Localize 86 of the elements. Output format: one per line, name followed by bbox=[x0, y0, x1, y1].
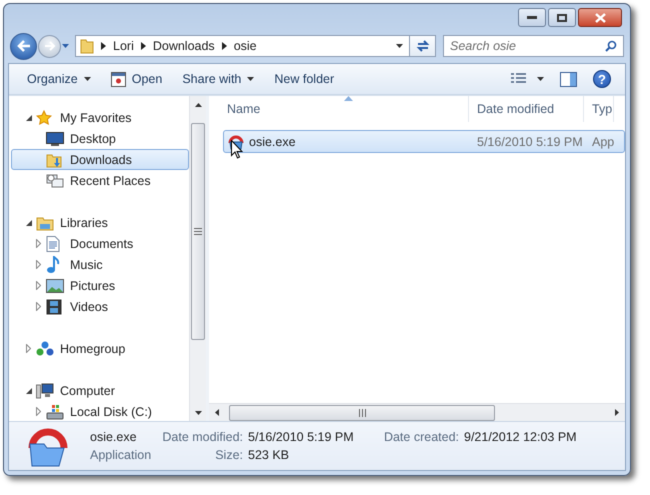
file-name: osie.exe bbox=[249, 134, 296, 148]
date-modified-cell-text: 5/16/2010 5:19 PM bbox=[476, 134, 584, 148]
caret-icon bbox=[247, 77, 254, 81]
file-row[interactable]: osie.exe 5/16/2010 5:19 PM App bbox=[223, 130, 625, 153]
mouse-pointer-icon bbox=[231, 140, 243, 159]
music-note-icon bbox=[46, 256, 60, 274]
maximize-button[interactable] bbox=[548, 8, 576, 27]
close-button[interactable] bbox=[578, 8, 622, 27]
minimize-icon bbox=[527, 16, 537, 19]
file-type: Application bbox=[90, 448, 152, 462]
detail-label: Date created: bbox=[384, 430, 459, 444]
forward-button[interactable] bbox=[38, 34, 61, 58]
refresh-arrows-icon bbox=[416, 39, 430, 53]
grip-lines-icon bbox=[194, 228, 202, 235]
library-folder-icon bbox=[36, 214, 54, 230]
nav-item[interactable]: Recent Places bbox=[11, 170, 189, 191]
toolbar-button[interactable]: New folder bbox=[264, 67, 344, 91]
recent-places-icon bbox=[46, 172, 64, 188]
address-bar[interactable]: Lori Downloads osie bbox=[75, 35, 410, 57]
horizontal-scrollbar[interactable] bbox=[209, 403, 625, 421]
forward-arrow-icon bbox=[44, 41, 56, 51]
back-button[interactable] bbox=[10, 32, 37, 60]
caret-icon bbox=[84, 77, 91, 81]
scroll-up-arrow-icon bbox=[194, 102, 202, 106]
nav-item[interactable]: Downloads bbox=[11, 149, 189, 170]
nav-item[interactable]: Local Disk (C:) bbox=[11, 401, 189, 422]
caret-icon bbox=[62, 44, 69, 48]
scroll-left-arrow-icon bbox=[215, 409, 219, 416]
nav-item[interactable]: Desktop bbox=[11, 128, 189, 149]
detail-value: 9/21/2012 12:03 PM bbox=[464, 430, 577, 444]
refresh-button[interactable] bbox=[410, 35, 436, 57]
nav-item[interactable]: Music bbox=[11, 254, 189, 275]
disk-drive-icon bbox=[46, 404, 64, 420]
vertical-scrollbar[interactable] bbox=[189, 96, 206, 421]
detail-value: 5/16/2010 5:19 PM bbox=[248, 430, 355, 444]
nav-item[interactable]: Homegroup bbox=[11, 338, 189, 359]
document-icon bbox=[46, 236, 60, 252]
picture-icon bbox=[46, 278, 64, 292]
toolbar-button[interactable]: Open bbox=[100, 67, 172, 91]
folder-icon bbox=[80, 38, 94, 54]
file-name: osie.exe bbox=[90, 430, 138, 444]
star-icon bbox=[36, 110, 52, 126]
grip-lines-icon bbox=[358, 408, 366, 416]
toolbar-button[interactable]: Organize bbox=[17, 67, 101, 91]
breadcrumb-link[interactable]: Lori bbox=[113, 39, 134, 53]
detail-label: Date modified: bbox=[162, 430, 243, 444]
history-dropdown[interactable] bbox=[62, 44, 69, 48]
caret-icon bbox=[396, 44, 403, 48]
folder-download-icon bbox=[46, 152, 62, 168]
column-header[interactable]: Typ bbox=[584, 96, 614, 122]
detail-value: 523 KB bbox=[248, 448, 290, 462]
column-header[interactable]: Name bbox=[219, 96, 469, 122]
detail-label: Size: bbox=[215, 448, 243, 462]
scrollbar-thumb[interactable] bbox=[191, 123, 205, 340]
scroll-down-arrow-icon bbox=[194, 410, 202, 414]
chevron-icon bbox=[222, 42, 227, 50]
list-view-icon bbox=[511, 73, 527, 85]
help-button[interactable]: ? bbox=[593, 70, 611, 88]
search-icon bbox=[605, 40, 617, 52]
preview-pane-icon bbox=[560, 72, 577, 86]
computer-icon bbox=[36, 382, 54, 398]
scrollbar-thumb[interactable] bbox=[229, 404, 495, 420]
chevron-icon bbox=[140, 42, 146, 50]
maximize-icon bbox=[557, 14, 567, 22]
film-strip-icon bbox=[46, 298, 62, 314]
program-window-icon bbox=[110, 72, 126, 86]
nav-item[interactable]: Libraries bbox=[11, 212, 189, 233]
column-header[interactable]: Date modified bbox=[469, 96, 584, 122]
search-field[interactable]: Search osie bbox=[443, 35, 624, 57]
nav-item[interactable]: Pictures bbox=[11, 275, 189, 296]
close-icon bbox=[594, 12, 606, 22]
back-arrow-icon bbox=[16, 40, 30, 52]
minimize-button[interactable] bbox=[518, 8, 546, 27]
type-cell-text: App bbox=[591, 134, 614, 148]
caret-icon bbox=[537, 77, 544, 81]
nav-item[interactable]: Documents bbox=[11, 233, 189, 254]
nav-item[interactable]: Videos bbox=[11, 296, 189, 317]
toolbar-button[interactable]: Share with bbox=[172, 67, 264, 91]
homegroup-icon bbox=[36, 340, 54, 356]
nav-item[interactable]: Computer bbox=[11, 380, 189, 401]
breadcrumb-link[interactable]: osie bbox=[234, 39, 257, 53]
scroll-right-arrow-icon bbox=[615, 409, 619, 416]
nav-item[interactable]: My Favorites bbox=[11, 107, 189, 128]
breadcrumb-link[interactable]: Downloads bbox=[152, 39, 215, 53]
chevron-icon bbox=[101, 42, 106, 50]
monitor-icon bbox=[46, 132, 64, 146]
